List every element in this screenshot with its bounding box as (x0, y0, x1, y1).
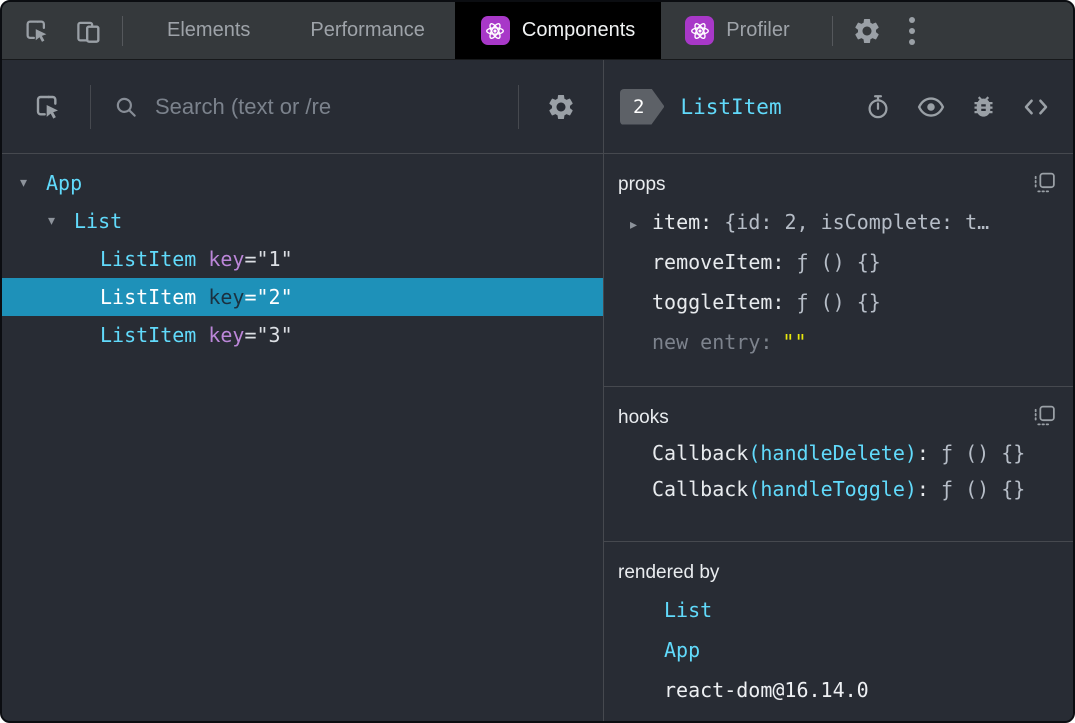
tab-label: Profiler (726, 19, 790, 41)
key-attribute-name: key (208, 247, 245, 271)
tab-profiler[interactable]: Profiler (661, 2, 813, 59)
prop-row-removeitem[interactable]: removeItem: ƒ () {} (618, 242, 1059, 282)
search-input[interactable] (153, 92, 518, 121)
chevron-right-icon[interactable]: ▸ (630, 205, 652, 242)
tabbar-divider (122, 15, 123, 46)
component-name: ListItem (100, 323, 197, 347)
rendered-by-owner-app[interactable]: App (618, 630, 1059, 670)
log-to-console-bug-icon[interactable] (970, 93, 997, 120)
tab-performance[interactable]: Performance (280, 2, 455, 59)
inspector-actions (864, 92, 1051, 122)
tab-label: Performance (310, 19, 425, 41)
component-name: ListItem (100, 285, 197, 309)
tabbar-divider (831, 15, 833, 46)
tree-row-app[interactable]: ▾ App (2, 164, 603, 202)
component-tree: ▾ App ▾ List ListItem key ="1" ListItem k… (2, 154, 603, 721)
toolbar-divider (90, 84, 91, 129)
react-logo-icon (480, 16, 510, 45)
rendered-by-owner-list[interactable]: List (618, 590, 1059, 630)
hooks-section: hooks Callback(handleDelete): ƒ () {} Ca… (604, 387, 1073, 542)
props-title: props (618, 174, 666, 195)
hook-row-handledelete[interactable]: Callback(handleDelete): ƒ () {} (618, 435, 1059, 471)
inspector-header: 2 ListItem (604, 60, 1073, 154)
owners-stack-badge[interactable]: 2 (620, 89, 664, 125)
suspend-timer-icon[interactable] (864, 93, 892, 121)
view-source-code-icon[interactable] (1021, 92, 1051, 122)
key-attribute-name: key (208, 323, 245, 347)
prop-row-item[interactable]: ▸ item: {id: 2, isComplete: t… (618, 202, 1059, 242)
search-icon (113, 94, 139, 120)
inspect-element-icon[interactable] (18, 12, 56, 50)
tree-row-listitem-3[interactable]: ListItem key ="3" (2, 316, 603, 354)
chevron-down-icon[interactable]: ▾ (48, 202, 74, 240)
tree-row-listitem-1[interactable]: ListItem key ="1" (2, 240, 603, 278)
copy-icon[interactable] (1032, 170, 1057, 195)
components-tree-panel: ▾ App ▾ List ListItem key="1" ListItem k… (2, 60, 604, 721)
inspect-dom-eye-icon[interactable] (916, 92, 946, 122)
tree-toolbar (2, 60, 603, 154)
key-attribute-value: ="1" (244, 247, 293, 271)
inspect-element-icon[interactable] (28, 87, 68, 127)
key-attribute-value: ="3" (244, 323, 293, 347)
props-section: props ▸ item: {id: 2, isComplete: t… remo… (604, 154, 1073, 387)
hook-row-handletoggle[interactable]: Callback(handleToggle): ƒ () {} (618, 471, 1059, 507)
rendered-by-section: rendered by List App react-dom@16.14.0 (604, 542, 1073, 721)
tab-elements[interactable]: Elements (137, 2, 280, 59)
selected-component-name: ListItem (680, 94, 782, 119)
devtools-window: Elements Performance Components Profiler… (0, 0, 1075, 723)
devtools-tabbar: Elements Performance Components Profiler (2, 2, 1073, 60)
tree-row-listitem-2-selected[interactable]: ListItem key ="2" (2, 278, 603, 316)
tree-row-list[interactable]: ▾ List (2, 202, 603, 240)
key-attribute-name: key (208, 285, 245, 309)
prop-row-new-entry[interactable]: new entry: "" (618, 322, 1059, 362)
inspector-panel: 2 ListItem props ▸ item: {id: 2, isCompl… (604, 60, 1073, 721)
key-attribute-value: ="2" (244, 285, 293, 309)
more-options-icon[interactable] (891, 16, 933, 45)
tab-components[interactable]: Components (454, 2, 662, 59)
tree-settings-gear-icon[interactable] (519, 87, 603, 127)
copy-icon[interactable] (1032, 403, 1057, 428)
chevron-down-icon[interactable]: ▾ (20, 164, 46, 202)
component-name: List (74, 209, 123, 233)
react-logo-icon (685, 16, 715, 45)
gear-icon[interactable] (843, 11, 891, 51)
device-toolbar-icon[interactable] (70, 12, 108, 50)
prop-row-toggleitem[interactable]: toggleItem: ƒ () {} (618, 282, 1059, 322)
rendered-by-title: rendered by (618, 562, 720, 583)
tab-label: Components (521, 19, 636, 41)
component-name: App (46, 171, 83, 195)
tab-label: Elements (167, 19, 251, 41)
hooks-title: hooks (618, 407, 669, 428)
main-split: ▾ App ▾ List ListItem key="1" ListItem k… (2, 60, 1073, 721)
rendered-by-renderer-version: react-dom@16.14.0 (664, 678, 869, 702)
component-name: ListItem (100, 247, 197, 271)
